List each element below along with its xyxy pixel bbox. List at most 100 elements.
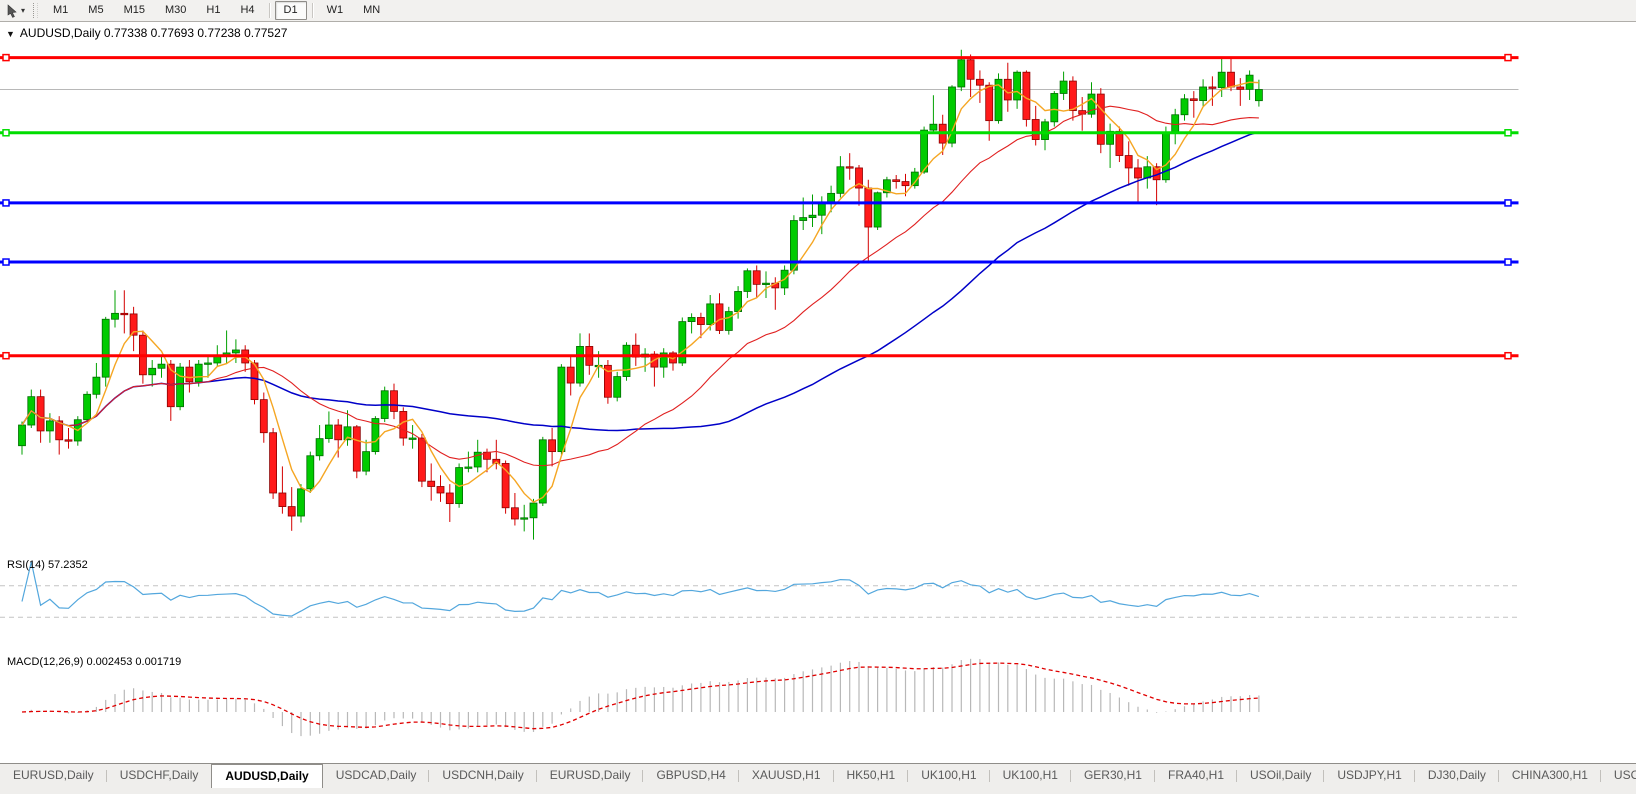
timeframe-button-m5[interactable]: M5 bbox=[79, 1, 112, 20]
candle-body bbox=[1004, 79, 1011, 100]
chart-tab-fra40-h1[interactable]: FRA40,H1 bbox=[1155, 764, 1237, 787]
candle-body bbox=[409, 438, 416, 439]
candle-body bbox=[232, 350, 239, 353]
chart-tab-usoil-h1[interactable]: USOil,H1 bbox=[1601, 764, 1636, 787]
symbol-collapse-icon[interactable]: ▼ bbox=[6, 29, 15, 39]
rsi-indicator-label: RSI(14) 57.2352 bbox=[7, 559, 88, 571]
chart-tab-xauusd-h1[interactable]: XAUUSD,H1 bbox=[739, 764, 834, 787]
candle-body bbox=[846, 167, 853, 168]
hline-handle[interactable] bbox=[1505, 130, 1511, 136]
macd-indicator-label: MACD(12,26,9) 0.002453 0.001719 bbox=[7, 656, 181, 668]
chart-tab-eurusd-daily[interactable]: EURUSD,Daily bbox=[537, 764, 644, 787]
candle-body bbox=[800, 218, 807, 221]
timeframe-button-w1[interactable]: W1 bbox=[318, 1, 353, 20]
candle-body bbox=[1237, 87, 1244, 89]
candle-body bbox=[1060, 81, 1067, 93]
candle-body bbox=[270, 433, 277, 493]
chart-tab-hk50-h1[interactable]: HK50,H1 bbox=[834, 764, 909, 787]
chart-tab-uk100-h1[interactable]: UK100,H1 bbox=[908, 764, 989, 787]
candle-body bbox=[298, 489, 305, 516]
candle-body bbox=[1097, 94, 1104, 144]
candle-body bbox=[84, 394, 91, 419]
toolbar-separator bbox=[312, 3, 313, 18]
cursor-icon[interactable] bbox=[4, 3, 20, 19]
candle-body bbox=[1125, 156, 1132, 168]
candle-body bbox=[1172, 115, 1179, 133]
candle-body bbox=[158, 364, 165, 368]
hline-handle[interactable] bbox=[3, 130, 9, 136]
candle-body bbox=[716, 304, 723, 331]
timeframe-button-mn[interactable]: MN bbox=[354, 1, 389, 20]
candle-body bbox=[753, 271, 760, 285]
chart-tab-usoil-daily[interactable]: USOil,Daily bbox=[1237, 764, 1324, 787]
chart-tab-dj30-daily[interactable]: DJ30,Daily bbox=[1415, 764, 1499, 787]
chart-tab-usdcnh-daily[interactable]: USDCNH,Daily bbox=[429, 764, 536, 787]
candle-body bbox=[949, 87, 956, 143]
candle-body bbox=[707, 304, 714, 325]
candle-body bbox=[958, 60, 965, 87]
timeframe-button-m30[interactable]: M30 bbox=[156, 1, 195, 20]
candle-body bbox=[1135, 168, 1142, 178]
chart-tab-usdchf-daily[interactable]: USDCHF,Daily bbox=[107, 764, 212, 787]
candle-body bbox=[121, 313, 128, 314]
candle-body bbox=[986, 85, 993, 120]
candle-body bbox=[102, 319, 109, 377]
candle-body bbox=[976, 79, 983, 85]
timeframe-toolbar: ▾ M1M5M15M30H1H4 D1 W1MN bbox=[0, 0, 1636, 22]
candle-body bbox=[828, 193, 835, 202]
chart-info-line: ▼AUDUSD,Daily 0.77338 0.77693 0.77238 0.… bbox=[6, 26, 287, 40]
hline-handle[interactable] bbox=[1505, 200, 1511, 206]
hline-handle[interactable] bbox=[1505, 353, 1511, 359]
timeframe-button-m15[interactable]: M15 bbox=[115, 1, 154, 20]
candle-body bbox=[428, 481, 435, 486]
candle-body bbox=[1255, 90, 1262, 101]
candle-body bbox=[763, 283, 770, 284]
hline-handle[interactable] bbox=[3, 200, 9, 206]
chart-tab-eurusd-daily[interactable]: EURUSD,Daily bbox=[0, 764, 107, 787]
price-chart-canvas[interactable] bbox=[0, 0, 1636, 794]
chart-tab-china300-h1[interactable]: CHINA300,H1 bbox=[1499, 764, 1601, 787]
candle-body bbox=[37, 397, 44, 431]
hline-handle[interactable] bbox=[1505, 55, 1511, 61]
candle-body bbox=[446, 493, 453, 504]
candle-body bbox=[921, 130, 928, 172]
candle-body bbox=[195, 364, 202, 382]
candle-body bbox=[688, 317, 695, 321]
chart-tab-gbpusd-h4[interactable]: GBPUSD,H4 bbox=[643, 764, 738, 787]
candle-body bbox=[1042, 122, 1049, 140]
candle-body bbox=[65, 440, 72, 441]
hline-handle[interactable] bbox=[3, 353, 9, 359]
chart-tab-ger30-h1[interactable]: GER30,H1 bbox=[1071, 764, 1155, 787]
candle-body bbox=[809, 215, 816, 217]
hline-handle[interactable] bbox=[3, 259, 9, 265]
candle-body bbox=[725, 312, 732, 331]
timeframe-button-h1[interactable]: H1 bbox=[197, 1, 229, 20]
candle-body bbox=[112, 313, 119, 319]
candle-body bbox=[530, 503, 537, 518]
candle-body bbox=[874, 193, 881, 227]
candle-body bbox=[744, 271, 751, 292]
candle-body bbox=[697, 317, 704, 324]
candle-body bbox=[577, 346, 584, 383]
timeframe-button-h4[interactable]: H4 bbox=[231, 1, 263, 20]
candle-body bbox=[567, 367, 574, 383]
candle-body bbox=[260, 400, 267, 433]
candle-body bbox=[1014, 72, 1021, 100]
chart-tab-usdjpy-h1[interactable]: USDJPY,H1 bbox=[1324, 764, 1414, 787]
candle-body bbox=[465, 467, 472, 468]
candle-body bbox=[149, 368, 156, 375]
timeframe-button-d1[interactable]: D1 bbox=[275, 1, 307, 20]
candle-body bbox=[511, 508, 518, 519]
candle-body bbox=[205, 363, 212, 364]
chart-tab-uk100-h1[interactable]: UK100,H1 bbox=[990, 764, 1071, 787]
hline-handle[interactable] bbox=[1505, 259, 1511, 265]
chart-tab-usdcad-daily[interactable]: USDCAD,Daily bbox=[323, 764, 430, 787]
candle-body bbox=[558, 367, 565, 452]
chart-tab-audusd-daily[interactable]: AUDUSD,Daily bbox=[211, 763, 322, 788]
dropdown-caret-icon[interactable]: ▾ bbox=[21, 6, 25, 15]
candle-body bbox=[418, 438, 425, 481]
timeframe-button-m1[interactable]: M1 bbox=[44, 1, 77, 20]
hline-handle[interactable] bbox=[3, 55, 9, 61]
candle-body bbox=[316, 439, 323, 456]
candle-body bbox=[335, 425, 342, 440]
